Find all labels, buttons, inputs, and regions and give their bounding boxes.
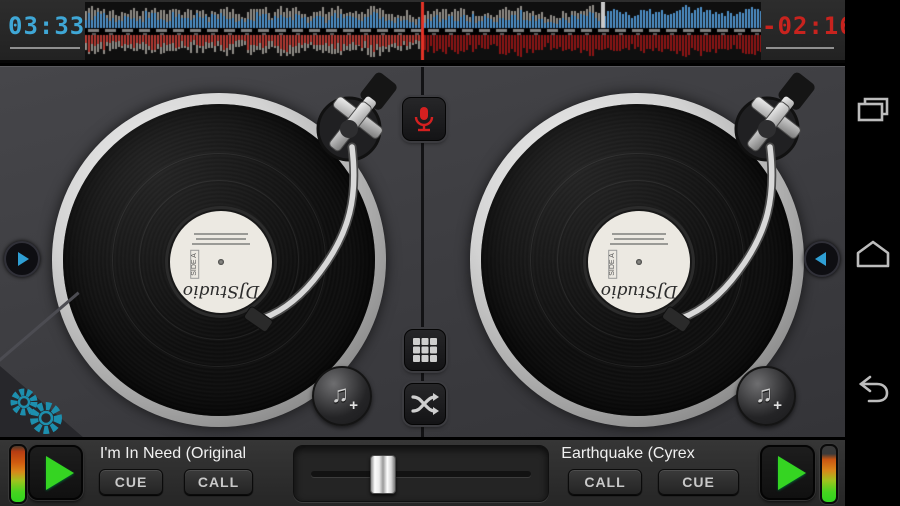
right-add-track-button[interactable]: ♫ +: [736, 366, 796, 426]
settings-gears-icon[interactable]: [6, 385, 72, 435]
left-record-label: DJStudio SIDE A: [168, 209, 274, 315]
left-label-text-line: [192, 243, 250, 245]
left-arrow-icon: [815, 252, 826, 266]
right-track-title: Earthquake (Cyrex: [552, 445, 704, 463]
right-vu-meter: [820, 444, 838, 504]
crossfader-handle[interactable]: [370, 455, 396, 494]
right-panel-expand-button[interactable]: [804, 241, 840, 277]
left-label-text-line: [194, 233, 248, 235]
home-icon: [855, 239, 891, 269]
back-button[interactable]: [855, 371, 891, 407]
right-label-text-line: [614, 238, 664, 240]
microphone-button[interactable]: [402, 97, 446, 141]
right-play-button[interactable]: [760, 445, 815, 500]
home-button[interactable]: [855, 236, 891, 272]
right-record-label-side: SIDE A: [608, 250, 617, 279]
left-add-track-button[interactable]: ♫ +: [312, 366, 372, 426]
recent-apps-icon: [856, 95, 890, 127]
elapsed-time-display: 03:33: [8, 12, 84, 40]
elapsed-time-underline: [10, 47, 80, 49]
left-call-button[interactable]: CALL: [184, 469, 253, 495]
play-icon: [46, 456, 74, 490]
transport-bar: I'm In Need (Original CUE CALL Earthquak…: [0, 437, 845, 506]
play-icon: [778, 456, 806, 490]
crossfader[interactable]: [293, 445, 549, 502]
grid-icon: [412, 337, 438, 363]
right-record-label: DJStudio SIDE A: [586, 209, 692, 315]
left-track-title: I'm In Need (Original: [88, 445, 258, 463]
crossfader-groove[interactable]: [311, 471, 531, 477]
android-navigation-bar: [845, 0, 900, 506]
crossfade-curves-button[interactable]: [404, 383, 446, 425]
shuffle-icon: [411, 392, 439, 416]
dual-waveform-display[interactable]: [85, 2, 761, 60]
right-spindle-hole: [636, 259, 642, 265]
left-cue-button[interactable]: CUE: [99, 469, 163, 495]
left-play-button[interactable]: [28, 445, 83, 500]
music-note-icon: ♫: [755, 383, 773, 407]
right-label-text-line: [612, 233, 666, 235]
right-label-text-line: [610, 243, 668, 245]
music-note-icon: ♫: [331, 383, 349, 407]
right-arrow-icon: [18, 252, 29, 266]
microphone-icon: [411, 105, 437, 133]
left-vu-meter: [9, 444, 27, 504]
left-label-text-line: [196, 238, 246, 240]
back-icon: [857, 374, 889, 404]
plus-icon: +: [773, 397, 782, 414]
plus-icon: +: [349, 397, 358, 414]
sampler-pads-button[interactable]: [404, 329, 446, 371]
right-record-label-brand: DJStudio: [588, 281, 690, 301]
remaining-time-underline: [766, 47, 834, 49]
left-spindle-hole: [218, 259, 224, 265]
recent-apps-button[interactable]: [855, 93, 891, 129]
left-record-label-side: SIDE A: [190, 250, 199, 279]
right-cue-button[interactable]: CUE: [658, 469, 739, 495]
left-record-label-brand: DJStudio: [170, 281, 272, 301]
deck-area: DJStudio SIDE A DJStudio SIDE A: [0, 66, 845, 437]
left-panel-expand-button[interactable]: [4, 241, 40, 277]
waveform-top-bar: 03:33 -02:16: [0, 0, 845, 63]
remaining-time-display: -02:16: [762, 12, 840, 40]
dj-studio-app: 03:33 -02:16 DJStudio SIDE A: [0, 0, 900, 506]
right-call-button[interactable]: CALL: [568, 469, 642, 495]
